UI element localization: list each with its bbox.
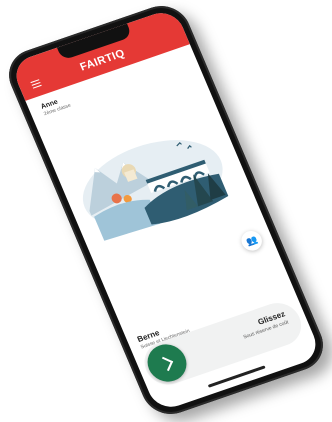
swipe-to-checkin[interactable]: Glissez Sous réserve de coût [137,297,308,391]
phone: FAIRTIQ Anne 2ème classe 👥 Berne Glissez… [0,0,332,422]
app-header: FAIRTIQ [9,7,190,101]
landscape-illustration [82,140,229,241]
chevron-right-icon [158,356,173,371]
people-icon: 👥 [244,233,259,247]
phone-screen: FAIRTIQ Anne 2ème classe 👥 Berne Glissez… [9,7,323,413]
swipe-text: Glissez Sous réserve de coût [238,309,290,340]
people-button[interactable]: 👥 [238,228,266,254]
device-mockup: FAIRTIQ Anne 2ème classe 👥 Berne Glissez… [0,0,332,422]
phone-frame: FAIRTIQ Anne 2ème classe 👥 Berne Glissez… [0,0,332,422]
passenger-info[interactable]: Anne 2ème classe [40,95,72,118]
